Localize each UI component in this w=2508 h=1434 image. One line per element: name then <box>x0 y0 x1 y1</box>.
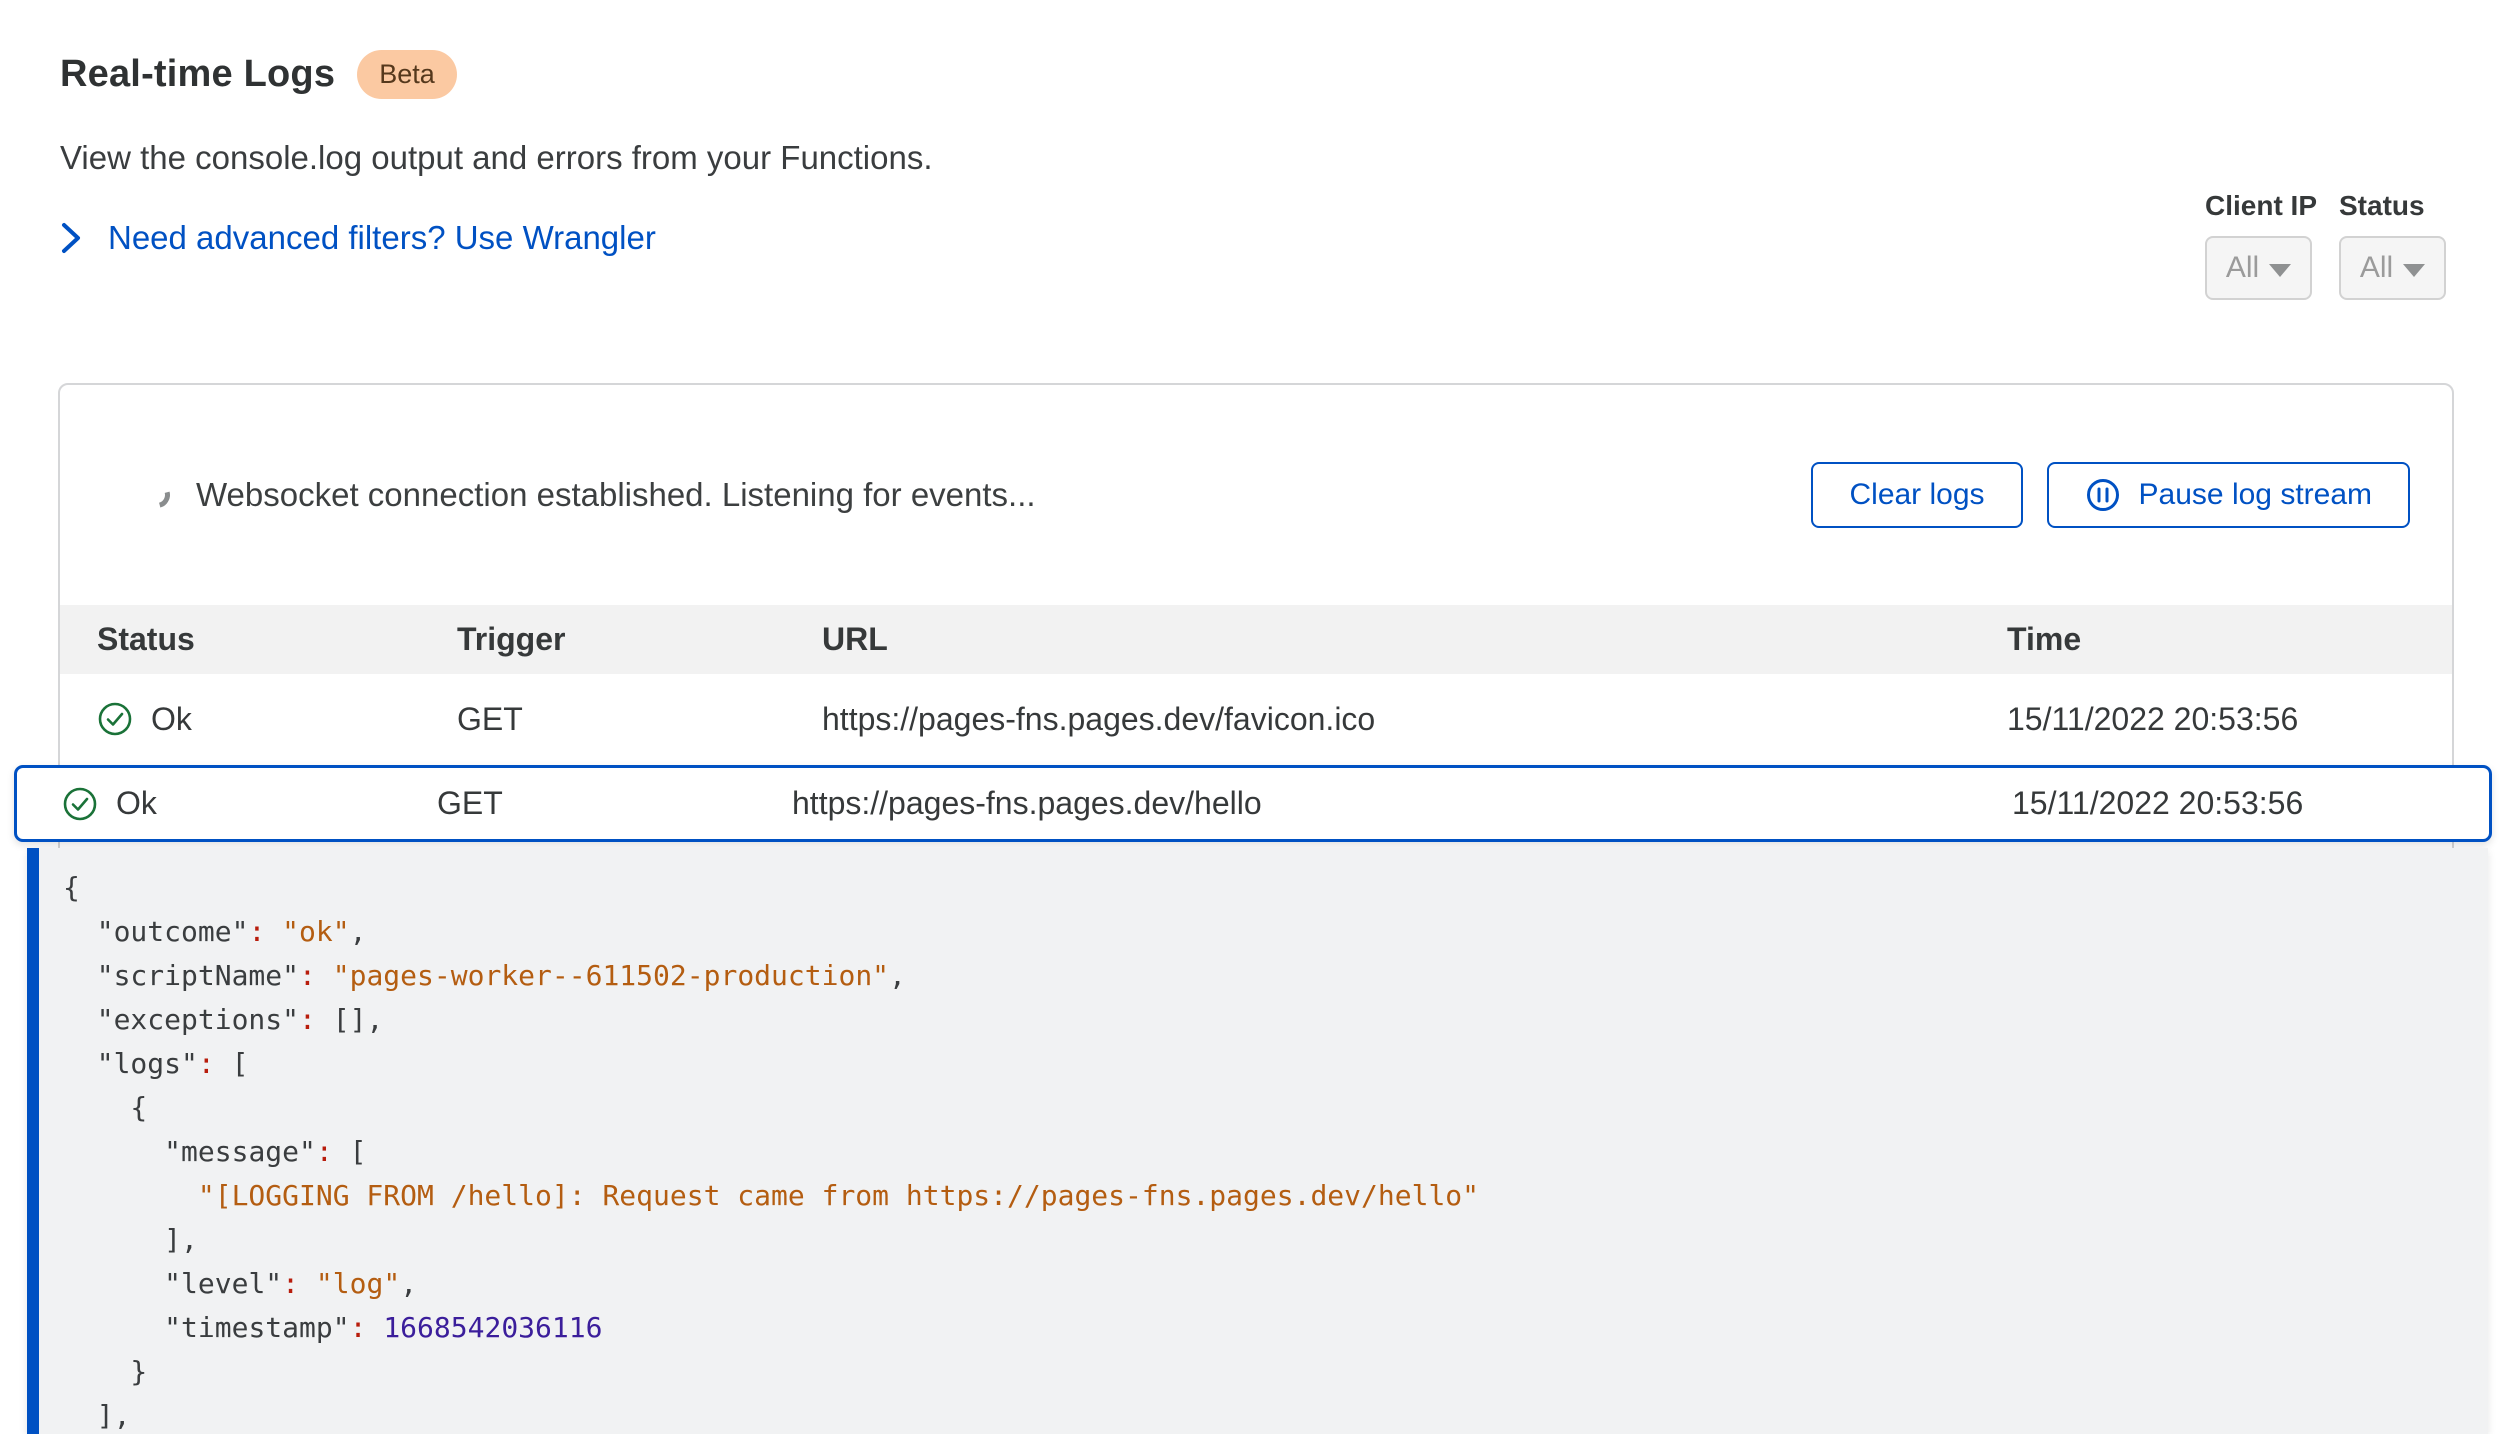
row-trigger: GET <box>457 701 822 738</box>
pause-icon <box>2085 477 2121 513</box>
page-header: Real-time Logs Beta View the console.log… <box>60 50 933 257</box>
column-header-trigger: Trigger <box>457 621 822 658</box>
row-status-label: Ok <box>151 701 192 738</box>
filters: Client IP All Status All <box>2205 190 2446 300</box>
client-ip-filter-select[interactable]: All <box>2205 236 2312 300</box>
wrangler-filters-link[interactable]: Need advanced filters? Use Wrangler <box>60 219 933 257</box>
client-ip-filter-value: All <box>2226 251 2259 285</box>
log-table-header: Status Trigger URL Time <box>60 605 2452 674</box>
beta-badge: Beta <box>357 50 457 99</box>
client-ip-filter-group: Client IP All <box>2205 190 2317 300</box>
row-status: Ok <box>62 785 437 822</box>
log-toolbar: Websocket connection established. Listen… <box>60 385 2452 605</box>
status-filter-value: All <box>2360 251 2393 285</box>
toolbar-buttons: Clear logs Pause log stream <box>1811 462 2410 528</box>
row-status: Ok <box>97 701 457 738</box>
client-ip-filter-label: Client IP <box>2205 190 2317 222</box>
page-title: Real-time Logs <box>60 53 335 96</box>
column-header-status: Status <box>97 621 457 658</box>
websocket-status: Websocket connection established. Listen… <box>144 476 1811 514</box>
log-detail-panel: { "outcome": "ok", "scriptName": "pages-… <box>27 848 2488 1434</box>
status-filter-label: Status <box>2339 190 2446 222</box>
column-header-time: Time <box>2007 621 2452 658</box>
clear-logs-label: Clear logs <box>1849 478 1984 512</box>
wrangler-link-label: Need advanced filters? Use Wrangler <box>108 219 656 257</box>
row-url: https://pages-fns.pages.dev/favicon.ico <box>822 701 2007 738</box>
row-status-label: Ok <box>116 785 157 822</box>
pause-log-stream-label: Pause log stream <box>2139 478 2372 512</box>
log-row-favicon[interactable]: Ok GET https://pages-fns.pages.dev/favic… <box>60 674 2452 764</box>
log-row-hello-selected[interactable]: Ok GET https://pages-fns.pages.dev/hello… <box>14 765 2492 842</box>
spinner-icon <box>139 477 175 513</box>
status-filter-select[interactable]: All <box>2339 236 2446 300</box>
check-circle-icon <box>62 786 98 822</box>
column-header-url: URL <box>822 621 2007 658</box>
status-filter-group: Status All <box>2339 190 2446 300</box>
row-trigger: GET <box>437 785 792 822</box>
check-circle-icon <box>97 701 133 737</box>
pause-log-stream-button[interactable]: Pause log stream <box>2047 462 2410 528</box>
websocket-status-text: Websocket connection established. Listen… <box>196 476 1036 514</box>
clear-logs-button[interactable]: Clear logs <box>1811 462 2022 528</box>
row-time: 15/11/2022 20:53:56 <box>2012 785 2489 822</box>
log-json: { "outcome": "ok", "scriptName": "pages-… <box>39 848 2488 1434</box>
row-time: 15/11/2022 20:53:56 <box>2007 701 2452 738</box>
chevron-down-icon <box>2403 264 2425 277</box>
page-subtitle: View the console.log output and errors f… <box>60 139 933 177</box>
realtime-logs-page: Real-time Logs Beta View the console.log… <box>0 0 2508 1434</box>
row-url: https://pages-fns.pages.dev/hello <box>792 785 2012 822</box>
chevron-down-icon <box>2269 264 2291 277</box>
chevron-right-icon <box>60 221 82 255</box>
